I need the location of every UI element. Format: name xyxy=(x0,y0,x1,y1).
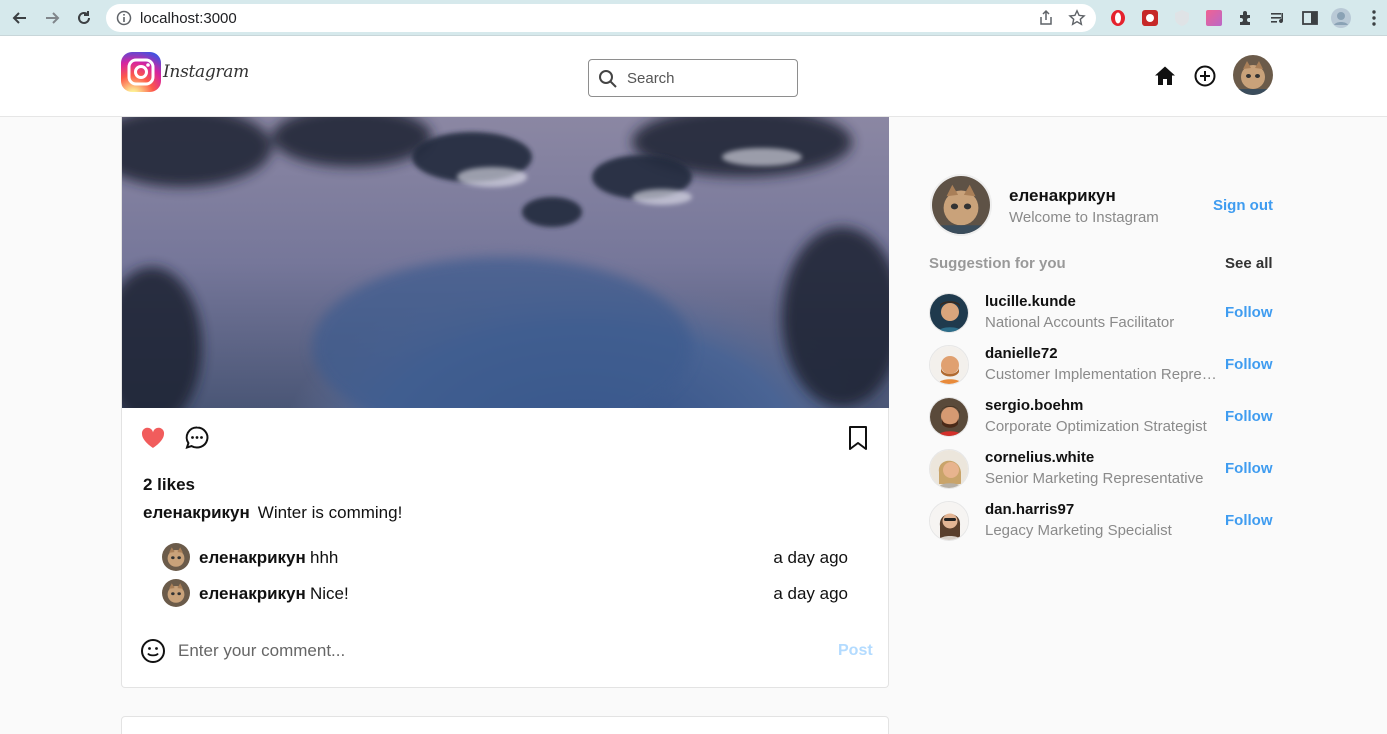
follow-button[interactable]: Follow xyxy=(1225,356,1273,373)
follow-button[interactable]: Follow xyxy=(1225,460,1273,477)
suggestion-name[interactable]: cornelius.white xyxy=(985,449,1094,466)
search-icon xyxy=(598,69,618,94)
profile-icon[interactable] xyxy=(1331,8,1351,28)
header-avatar[interactable] xyxy=(1233,55,1273,95)
comment-user[interactable]: еленакрикун xyxy=(199,548,306,568)
browser-menu-icon[interactable] xyxy=(1364,8,1384,28)
caption-author[interactable]: еленакрикун xyxy=(143,503,250,522)
side-panel-icon[interactable] xyxy=(1300,8,1320,28)
caption-text: Winter is comming! xyxy=(257,503,403,522)
comment-item: еленакрикун hhh a day ago xyxy=(162,543,852,573)
address-bar[interactable]: localhost:3000 xyxy=(106,4,1096,32)
suggestion-title: Corporate Optimization Strategist xyxy=(985,418,1207,435)
post-image[interactable] xyxy=(122,117,889,408)
suggestion-title: Legacy Marketing Specialist xyxy=(985,522,1172,539)
suggestion-avatar[interactable] xyxy=(929,449,969,489)
suggestion-title: Senior Marketing Representative xyxy=(985,470,1204,487)
suggestion-item: sergio.boehm Corporate Optimization Stra… xyxy=(929,397,1273,439)
comment-text: hhh xyxy=(310,548,339,567)
extensions-puzzle-icon[interactable] xyxy=(1236,8,1256,28)
comment-user[interactable]: еленакрикун xyxy=(199,584,306,604)
comment-icon[interactable] xyxy=(184,425,210,451)
post-card: 2 likes еленакрикун Winter is comming! ел… xyxy=(121,117,889,688)
comment-time: a day ago xyxy=(773,548,848,567)
like-heart-icon[interactable] xyxy=(140,425,166,451)
red-extension-icon[interactable] xyxy=(1140,8,1160,28)
suggestion-avatar[interactable] xyxy=(929,501,969,541)
browser-toolbar: localhost:3000 xyxy=(0,0,1387,36)
follow-button[interactable]: Follow xyxy=(1225,512,1273,529)
search-box[interactable] xyxy=(588,59,798,97)
share-icon[interactable] xyxy=(1037,9,1055,27)
suggestion-name[interactable]: dan.harris97 xyxy=(985,501,1074,518)
suggestion-name[interactable]: lucille.kunde xyxy=(985,293,1076,310)
app-header: Instagram xyxy=(0,36,1387,117)
follow-button[interactable]: Follow xyxy=(1225,304,1273,321)
media-control-icon[interactable] xyxy=(1268,8,1288,28)
profile-avatar[interactable] xyxy=(930,174,992,236)
comment-text: Nice! xyxy=(310,584,349,603)
welcome-text: Welcome to Instagram xyxy=(1009,209,1159,226)
opera-extension-icon[interactable] xyxy=(1108,8,1128,28)
suggestion-item: dan.harris97 Legacy Marketing Specialist… xyxy=(929,501,1273,543)
shield-extension-icon[interactable] xyxy=(1172,8,1192,28)
comment-avatar[interactable] xyxy=(162,579,190,607)
suggestions-title: Suggestion for you xyxy=(929,255,1066,272)
comment-item: еленакрикун Nice! a day ago xyxy=(162,579,852,609)
see-all-link[interactable]: See all xyxy=(1225,255,1273,272)
suggestion-title: National Accounts Facilitator xyxy=(985,314,1175,331)
suggestion-title: Customer Implementation Representative xyxy=(985,366,1221,383)
suggestion-item: danielle72 Customer Implementation Repre… xyxy=(929,345,1273,387)
suggestion-avatar[interactable] xyxy=(929,345,969,385)
reload-icon[interactable] xyxy=(73,7,95,29)
search-input[interactable] xyxy=(627,68,787,88)
next-post-card xyxy=(121,716,889,734)
comment-input[interactable] xyxy=(178,639,778,663)
url-text: localhost:3000 xyxy=(140,10,237,27)
likes-count: 2 likes xyxy=(143,475,195,494)
logo-wordmark[interactable]: Instagram xyxy=(163,62,249,82)
sign-out-link[interactable]: Sign out xyxy=(1213,197,1273,214)
suggestion-item: lucille.kunde National Accounts Facilita… xyxy=(929,293,1273,335)
back-icon[interactable] xyxy=(9,7,31,29)
suggestion-item: cornelius.white Senior Marketing Represe… xyxy=(929,449,1273,491)
suggestion-avatar[interactable] xyxy=(929,293,969,333)
comment-time: a day ago xyxy=(773,584,848,603)
post-caption: еленакрикун Winter is comming! xyxy=(143,503,402,523)
suggestion-avatar[interactable] xyxy=(929,397,969,437)
comment-avatar[interactable] xyxy=(162,543,190,571)
bookmark-star-icon[interactable] xyxy=(1068,9,1086,27)
post-comment-button[interactable]: Post xyxy=(838,642,873,660)
emoji-icon[interactable] xyxy=(140,638,166,664)
profile-username[interactable]: еленакрикун xyxy=(1009,186,1116,206)
home-icon[interactable] xyxy=(1153,64,1177,88)
gradient-extension-icon[interactable] xyxy=(1204,8,1224,28)
site-info-icon[interactable] xyxy=(116,10,132,31)
forward-icon[interactable] xyxy=(41,7,63,29)
follow-button[interactable]: Follow xyxy=(1225,408,1273,425)
save-bookmark-icon[interactable] xyxy=(845,425,871,451)
add-post-icon[interactable] xyxy=(1193,64,1217,88)
suggestion-name[interactable]: danielle72 xyxy=(985,345,1058,362)
instagram-logo-icon[interactable] xyxy=(121,52,161,92)
suggestion-name[interactable]: sergio.boehm xyxy=(985,397,1083,414)
